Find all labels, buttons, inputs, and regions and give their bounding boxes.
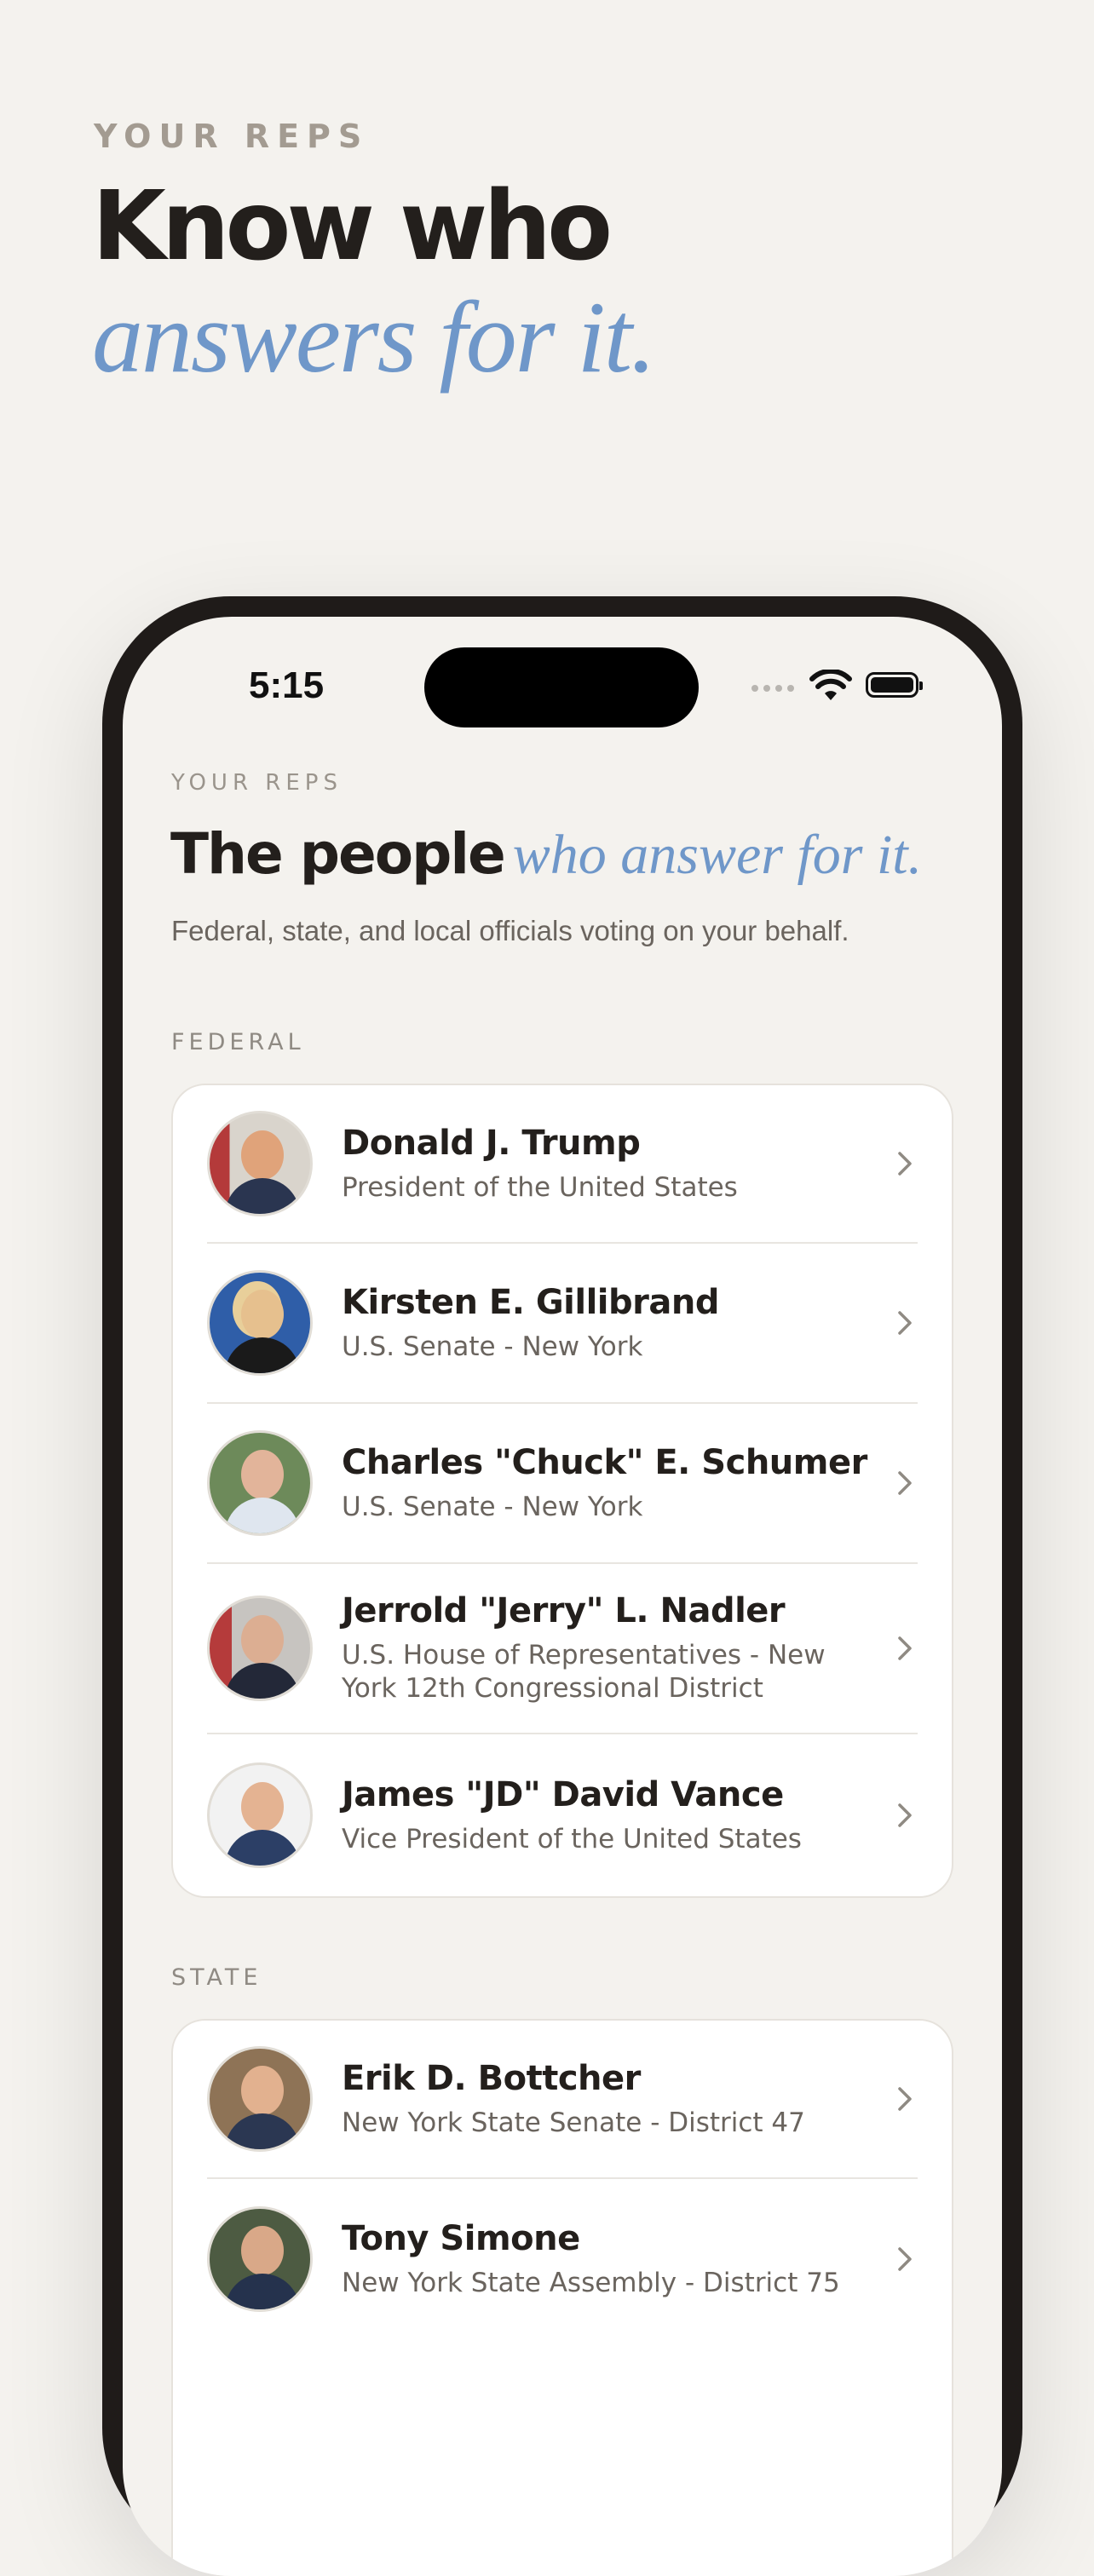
rep-name: Charles "Chuck" E. Schumer bbox=[342, 1442, 867, 1482]
rep-name: Kirsten E. Gillibrand bbox=[342, 1282, 719, 1322]
rep-role: President of the United States bbox=[342, 1171, 738, 1203]
hero-title-line1: Know who bbox=[92, 171, 613, 282]
chevron-right-icon bbox=[898, 1152, 912, 1176]
rep-row-bottcher[interactable]: Erik D. Bottcher New York State Senate -… bbox=[207, 2021, 918, 2179]
state-reps-card: Erik D. Bottcher New York State Senate -… bbox=[171, 2019, 953, 2576]
rep-row-schumer[interactable]: Charles "Chuck" E. Schumer U.S. Senate -… bbox=[207, 1404, 918, 1564]
rep-role: New York State Senate - District 47 bbox=[342, 2107, 805, 2138]
rep-row-gillibrand[interactable]: Kirsten E. Gillibrand U.S. Senate - New … bbox=[207, 1244, 918, 1404]
rep-row-simone[interactable]: Tony Simone New York State Assembly - Di… bbox=[207, 2179, 918, 2339]
rep-role: U.S. House of Representatives - New York… bbox=[342, 1640, 826, 1704]
cellular-signal-icon bbox=[751, 685, 794, 692]
screen-title-bold: The people bbox=[170, 821, 506, 887]
rep-role: U.S. Senate - New York bbox=[342, 1331, 643, 1362]
hero-eyebrow: YOUR REPS bbox=[94, 118, 370, 155]
avatar bbox=[207, 1596, 313, 1701]
chevron-right-icon bbox=[898, 1803, 912, 1827]
chevron-right-icon bbox=[898, 1311, 912, 1335]
rep-name: James "JD" David Vance bbox=[342, 1774, 784, 1814]
rep-name: Donald J. Trump bbox=[342, 1123, 641, 1163]
avatar bbox=[207, 2206, 313, 2312]
screen-subtitle: Federal, state, and local officials voti… bbox=[171, 915, 849, 946]
rep-name: Tony Simone bbox=[342, 2218, 580, 2258]
wifi-icon bbox=[809, 670, 852, 700]
avatar bbox=[207, 1111, 313, 1216]
chevron-right-icon bbox=[898, 1471, 912, 1495]
rep-role: Vice President of the United States bbox=[342, 1823, 802, 1854]
avatar bbox=[207, 1270, 313, 1376]
chevron-right-icon bbox=[898, 2087, 912, 2111]
rep-row-vance[interactable]: James "JD" David Vance Vice President of… bbox=[207, 1734, 918, 1896]
rep-role: U.S. Senate - New York bbox=[342, 1491, 643, 1522]
avatar bbox=[207, 1762, 313, 1868]
rep-role: New York State Assembly - District 75 bbox=[342, 2267, 840, 2298]
rep-row-nadler[interactable]: Jerrold "Jerry" L. Nadler U.S. House of … bbox=[207, 1564, 918, 1734]
screen-eyebrow: YOUR REPS bbox=[171, 770, 343, 796]
rep-row-trump[interactable]: Donald J. Trump President of the United … bbox=[207, 1085, 918, 1244]
avatar bbox=[207, 1430, 313, 1536]
hero-title-line2: answers for it. bbox=[92, 280, 656, 394]
chevron-right-icon bbox=[898, 2247, 912, 2271]
status-time: 5:15 bbox=[249, 664, 325, 706]
chevron-right-icon bbox=[898, 1636, 912, 1660]
screen-title: The people who answer for it. bbox=[170, 821, 922, 888]
dynamic-island bbox=[424, 647, 699, 727]
section-label-state: STATE bbox=[171, 1964, 262, 1991]
rep-name: Jerrold "Jerry" L. Nadler bbox=[342, 1591, 786, 1631]
phone-frame: 5:15 YOUR REPS The people who answer for … bbox=[102, 596, 1022, 2576]
screen-title-italic: who answer for it. bbox=[512, 824, 923, 886]
rep-name: Erik D. Bottcher bbox=[342, 2058, 641, 2098]
section-label-federal: FEDERAL bbox=[171, 1029, 305, 1055]
phone-screen: 5:15 YOUR REPS The people who answer for … bbox=[123, 617, 1002, 2576]
battery-icon bbox=[866, 672, 923, 698]
avatar bbox=[207, 2046, 313, 2152]
federal-reps-card: Donald J. Trump President of the United … bbox=[171, 1084, 953, 1898]
